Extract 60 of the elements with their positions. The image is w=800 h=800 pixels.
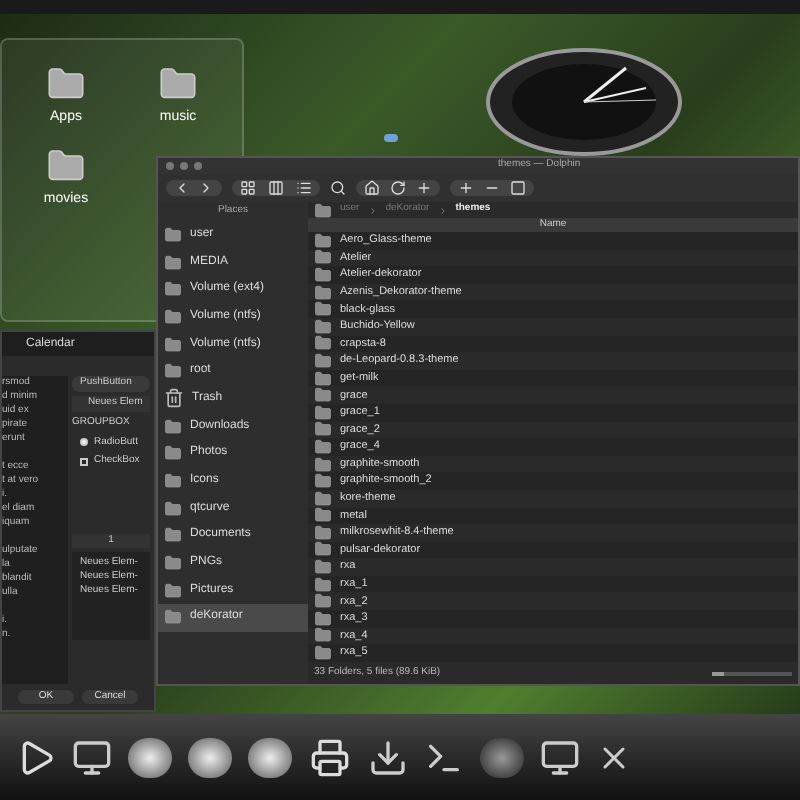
drive-icon <box>164 335 182 354</box>
download-icon[interactable] <box>368 737 408 777</box>
drive-icon <box>164 280 182 299</box>
drive-icon <box>164 581 182 600</box>
drive-icon <box>164 499 182 518</box>
trash-icon <box>164 388 184 409</box>
folder-icon <box>314 300 332 319</box>
details-view-icon[interactable] <box>296 180 312 196</box>
folder-icon <box>314 248 332 267</box>
drive-icon <box>164 472 182 491</box>
folder-icon <box>314 317 332 336</box>
folder-icon <box>314 540 332 559</box>
drive-icon <box>164 444 182 463</box>
folder-icon <box>314 283 332 302</box>
folder-icon <box>314 201 332 219</box>
folder-icon <box>314 592 332 611</box>
folder-icon <box>314 369 332 388</box>
printer-icon[interactable] <box>308 737 352 777</box>
home-icon[interactable] <box>364 180 380 196</box>
separator-icon <box>437 205 448 215</box>
folder-icon <box>314 420 332 439</box>
folder-icon <box>314 455 332 474</box>
folder-icon <box>314 609 332 628</box>
folder-icon <box>314 437 332 456</box>
folder-icon <box>314 472 332 491</box>
drive-icon <box>164 307 182 326</box>
monitor-icon[interactable] <box>72 737 112 777</box>
folder-icon <box>314 351 332 370</box>
folder-icon <box>314 558 332 577</box>
folder-icon <box>314 232 332 250</box>
square-icon[interactable] <box>510 180 526 196</box>
icons-view-icon[interactable] <box>240 180 256 196</box>
drive-icon <box>164 362 182 381</box>
drive-icon <box>164 608 182 627</box>
zoom-in-icon[interactable] <box>458 180 474 196</box>
drive-icon <box>164 253 182 272</box>
forward-icon[interactable] <box>198 180 214 196</box>
folder-icon <box>314 506 332 525</box>
columns-view-icon[interactable] <box>268 180 284 196</box>
drive-icon <box>164 225 182 244</box>
folder-icon <box>314 403 332 422</box>
folder-icon <box>314 489 332 508</box>
folder-icon <box>314 523 332 542</box>
checkbox[interactable] <box>80 457 88 466</box>
computer-icon[interactable] <box>540 737 580 777</box>
search-icon[interactable] <box>330 180 346 196</box>
plus-icon[interactable] <box>416 180 432 196</box>
folder-icon <box>314 265 332 284</box>
drive-icon <box>164 554 182 573</box>
radio-button[interactable] <box>80 438 88 447</box>
separator-icon <box>367 205 378 215</box>
folder-icon <box>314 386 332 405</box>
folder-icon <box>314 575 332 594</box>
back-icon[interactable] <box>174 180 190 196</box>
drive-icon <box>164 417 182 436</box>
folder-icon <box>314 334 332 353</box>
drive-icon <box>164 526 182 545</box>
folder-icon <box>314 626 332 645</box>
reload-icon[interactable] <box>390 180 406 196</box>
folder-icon <box>314 644 332 663</box>
